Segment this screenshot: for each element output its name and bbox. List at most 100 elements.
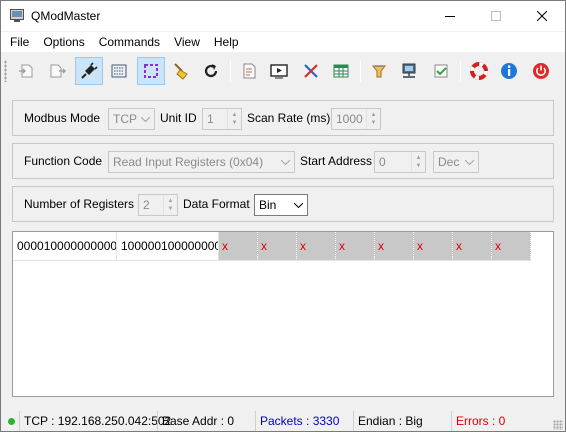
serial-settings-icon <box>402 63 416 78</box>
scan-rate-value: 1000 <box>336 112 363 126</box>
start-address-value: 0 <box>379 155 386 169</box>
empty-register-cell[interactable]: x <box>336 232 375 261</box>
toolbar-separator <box>230 60 231 82</box>
help-button[interactable] <box>465 57 493 85</box>
num-registers-label: Number of Registers <box>24 197 135 211</box>
read-write-icon <box>111 64 127 78</box>
status-bar: TCP : 192.168.250.042:502 Base Addr : 0 … <box>1 411 565 431</box>
serial-plug-icon <box>81 62 98 79</box>
close-button[interactable] <box>519 1 565 31</box>
empty-register-cell[interactable]: x <box>258 232 297 261</box>
num-registers-value: 2 <box>143 198 150 212</box>
disconnect-icon <box>50 64 66 78</box>
scan-rate-spinbox[interactable]: 1000 ▲ ▼ <box>331 108 381 130</box>
data-format-value: Bin <box>259 198 277 212</box>
chevron-down-icon <box>280 152 290 172</box>
main-window: QModMaster File Options Commands View He… <box>0 0 566 432</box>
connection-group: Modbus Mode TCP Unit ID 1 ▲ ▼ Scan Rate (… <box>12 100 554 136</box>
tcp-settings-button[interactable] <box>427 57 455 85</box>
toolbar-separator <box>360 60 361 82</box>
title-bar: QModMaster <box>1 1 565 31</box>
table-icon <box>333 64 349 78</box>
function-group: Function Code Read Input Registers (0x04… <box>12 143 554 179</box>
spin-arrows-icon[interactable]: ▲ ▼ <box>366 109 380 129</box>
bus-monitor-icon <box>270 64 288 79</box>
maximize-button[interactable] <box>473 1 519 31</box>
data-format-combo[interactable]: Bin <box>254 194 308 216</box>
toolbar-separator <box>460 60 461 82</box>
toolbar <box>1 54 565 88</box>
log-icon <box>243 63 256 79</box>
reset-icon <box>204 64 218 78</box>
empty-register-cell[interactable]: x <box>492 232 531 261</box>
table-button[interactable] <box>327 57 355 85</box>
resize-grip[interactable] <box>553 420 563 430</box>
menu-help[interactable]: Help <box>207 32 246 52</box>
scan-button[interactable] <box>137 57 165 85</box>
close-icon <box>537 11 547 21</box>
minimize-button[interactable] <box>427 1 473 31</box>
data-format-label: Data Format <box>183 197 250 211</box>
menu-options[interactable]: Options <box>36 32 91 52</box>
scan-rate-label: Scan Rate (ms) <box>247 111 331 125</box>
num-registers-spinbox[interactable]: 2 ▲ ▼ <box>138 194 178 216</box>
empty-register-cell[interactable]: x <box>414 232 453 261</box>
connection-status-led-icon <box>8 418 15 425</box>
menu-view[interactable]: View <box>167 32 207 52</box>
window-title: QModMaster <box>31 9 101 23</box>
header-button[interactable] <box>365 57 393 85</box>
address-format-combo[interactable]: Dec <box>433 151 479 173</box>
exit-button[interactable] <box>527 57 555 85</box>
start-address-spinbox[interactable]: 0 ▲ ▼ <box>374 151 426 173</box>
modbus-mode-value: TCP <box>113 112 137 126</box>
function-code-combo[interactable]: Read Input Registers (0x04) <box>108 151 295 173</box>
connect-icon <box>19 64 33 78</box>
tools-icon <box>304 64 318 78</box>
menu-file[interactable]: File <box>1 32 36 52</box>
empty-register-cell[interactable]: x <box>297 232 336 261</box>
status-endian: Endian : Big <box>353 411 451 431</box>
function-code-label: Function Code <box>24 154 103 168</box>
unit-id-label: Unit ID <box>160 111 197 125</box>
help-icon <box>470 62 488 80</box>
menu-commands[interactable]: Commands <box>92 32 167 52</box>
spin-arrows-icon[interactable]: ▲ ▼ <box>411 152 425 172</box>
bus-monitor-button[interactable] <box>265 57 293 85</box>
clear-button[interactable] <box>167 57 195 85</box>
log-button[interactable] <box>235 57 263 85</box>
clear-icon <box>174 63 188 80</box>
toolbar-grip[interactable] <box>4 60 7 82</box>
start-address-label: Start Address <box>300 154 373 168</box>
status-connection: TCP : 192.168.250.042:502 <box>19 411 171 431</box>
serial-plug-button[interactable] <box>75 57 103 85</box>
registers-group: Number of Registers 2 ▲ ▼ Data Format Bin <box>12 186 554 222</box>
tools-button[interactable] <box>297 57 325 85</box>
header-icon <box>371 65 387 78</box>
modbus-mode-combo[interactable]: TCP <box>108 108 155 130</box>
connect-button[interactable] <box>13 57 41 85</box>
serial-settings-button[interactable] <box>395 57 423 85</box>
minimize-icon <box>445 16 455 17</box>
chevron-down-icon <box>140 109 150 129</box>
unit-id-value: 1 <box>207 112 214 126</box>
address-format-value: Dec <box>438 155 460 169</box>
registers-table[interactable]: 0000100000000001 1000001000000001 x x x … <box>12 231 554 397</box>
tcp-settings-icon <box>434 64 448 78</box>
register-cell[interactable]: 1000001000000001 <box>117 232 219 261</box>
spin-arrows-icon[interactable]: ▲ ▼ <box>227 109 241 129</box>
unit-id-spinbox[interactable]: 1 ▲ ▼ <box>202 108 242 130</box>
empty-register-cell[interactable]: x <box>375 232 414 261</box>
status-errors: Errors : 0 <box>451 411 553 431</box>
about-button[interactable] <box>495 57 523 85</box>
read-write-button[interactable] <box>105 57 133 85</box>
empty-register-cell[interactable]: x <box>219 232 258 261</box>
register-cell[interactable]: 0000100000000001 <box>13 232 117 261</box>
disconnect-button[interactable] <box>43 57 71 85</box>
reset-button[interactable] <box>197 57 225 85</box>
chevron-down-icon <box>293 195 303 215</box>
about-icon <box>501 63 517 79</box>
spin-arrows-icon[interactable]: ▲ ▼ <box>163 195 177 215</box>
menu-bar: File Options Commands View Help <box>1 32 565 52</box>
app-icon <box>10 9 24 22</box>
empty-register-cell[interactable]: x <box>453 232 492 261</box>
